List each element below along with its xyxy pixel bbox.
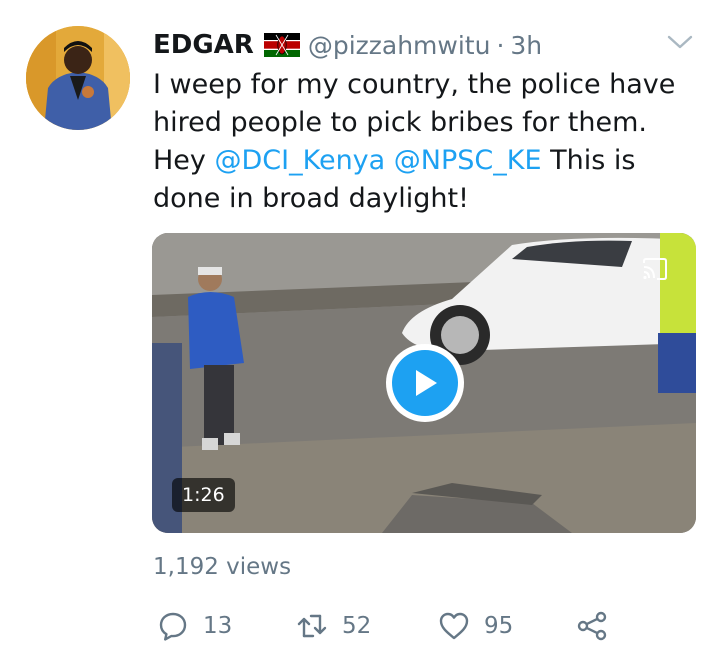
author-handle[interactable]: @pizzahmwitu bbox=[308, 31, 491, 60]
tweet-header: EDGAR @pizzahmwitu · 3h bbox=[153, 28, 542, 62]
retweet-count: 52 bbox=[342, 613, 372, 639]
share-icon bbox=[577, 611, 607, 641]
cast-icon[interactable] bbox=[642, 258, 668, 280]
author-name[interactable]: EDGAR bbox=[153, 30, 254, 60]
reply-icon bbox=[159, 612, 187, 641]
retweet-button[interactable]: 52 bbox=[296, 606, 371, 646]
tweet-text: I weep for my country, the police have h… bbox=[153, 66, 698, 218]
kenya-flag-icon bbox=[263, 33, 300, 57]
share-button[interactable] bbox=[576, 606, 608, 646]
mention-dci-kenya[interactable]: @DCI_Kenya bbox=[214, 145, 385, 176]
avatar-image bbox=[26, 26, 130, 130]
play-button[interactable] bbox=[386, 344, 464, 422]
video-duration: 1:26 bbox=[172, 478, 235, 512]
reply-button[interactable]: 13 bbox=[157, 606, 232, 646]
avatar[interactable] bbox=[26, 26, 130, 130]
retweet-icon bbox=[297, 614, 327, 638]
heart-icon bbox=[439, 612, 469, 640]
like-button[interactable]: 95 bbox=[438, 606, 513, 646]
action-bar: 13 52 95 bbox=[0, 606, 720, 646]
tweet-text-part bbox=[385, 145, 394, 176]
view-count: 1,192 views bbox=[153, 554, 292, 580]
play-icon bbox=[392, 350, 458, 416]
mention-npsc-ke[interactable]: @NPSC_KE bbox=[394, 145, 542, 176]
like-count: 95 bbox=[484, 613, 514, 639]
timestamp[interactable]: 3h bbox=[510, 31, 542, 60]
chevron-down-icon[interactable] bbox=[666, 32, 694, 52]
reply-count: 13 bbox=[203, 613, 233, 639]
separator-dot: · bbox=[496, 30, 505, 60]
